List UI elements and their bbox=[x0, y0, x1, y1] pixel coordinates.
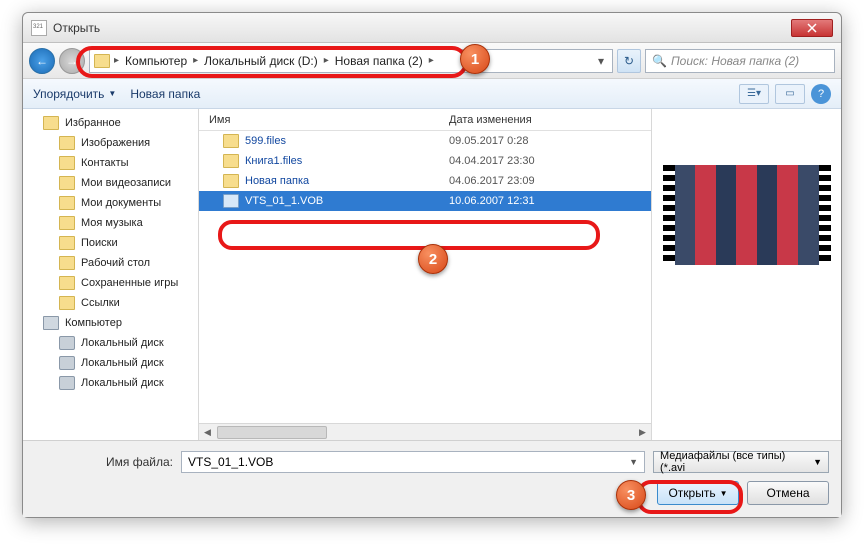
organize-menu[interactable]: Упорядочить ▼ bbox=[33, 87, 116, 101]
chevron-down-icon[interactable]: ▼ bbox=[629, 457, 638, 467]
tree-item[interactable]: Рабочий стол bbox=[23, 253, 198, 273]
chevron-down-icon: ▼ bbox=[720, 489, 728, 498]
tree-item[interactable]: Изображения bbox=[23, 133, 198, 153]
dialog-body: Избранное Изображения Контакты Мои видео… bbox=[23, 109, 841, 440]
close-button[interactable] bbox=[791, 19, 833, 37]
chevron-down-icon: ▼ bbox=[813, 457, 822, 467]
tree-item[interactable]: Мои видеозаписи bbox=[23, 173, 198, 193]
callout-1: 1 bbox=[460, 44, 490, 74]
chevron-right-icon: ▸ bbox=[324, 55, 329, 66]
preview-pane-button[interactable]: ▭ bbox=[775, 84, 805, 104]
nav-tree[interactable]: Избранное Изображения Контакты Мои видео… bbox=[23, 109, 199, 440]
file-row[interactable]: Новая папка 04.06.2017 23:09 bbox=[199, 171, 651, 191]
new-folder-button[interactable]: Новая папка bbox=[130, 87, 200, 101]
scroll-left-icon[interactable]: ◀ bbox=[199, 424, 216, 440]
horizontal-scrollbar[interactable]: ◀ ▶ bbox=[199, 423, 651, 440]
callout-2: 2 bbox=[418, 244, 448, 274]
folder-icon bbox=[59, 176, 75, 190]
folder-icon bbox=[223, 134, 239, 148]
file-rows: 599.files 09.05.2017 0:28 Книга1.files 0… bbox=[199, 131, 651, 423]
close-icon bbox=[807, 23, 817, 33]
help-icon: ? bbox=[818, 88, 824, 100]
tree-item[interactable]: Локальный диск bbox=[23, 353, 198, 373]
tree-item[interactable]: Избранное bbox=[23, 113, 198, 133]
folder-icon bbox=[59, 256, 75, 270]
folder-icon bbox=[59, 216, 75, 230]
disk-icon bbox=[59, 336, 75, 350]
app-icon bbox=[31, 20, 47, 36]
search-icon: 🔍 bbox=[652, 54, 667, 68]
folder-icon bbox=[59, 136, 75, 150]
pane-icon: ▭ bbox=[785, 88, 794, 99]
window-title: Открыть bbox=[53, 21, 791, 35]
disk-icon bbox=[59, 356, 75, 370]
arrow-left-icon: ← bbox=[36, 54, 48, 68]
callout-3: 3 bbox=[616, 480, 646, 510]
scroll-thumb[interactable] bbox=[217, 426, 327, 439]
tree-item[interactable]: Сохраненные игры bbox=[23, 273, 198, 293]
file-list-pane: Имя Дата изменения 599.files 09.05.2017 … bbox=[199, 109, 651, 440]
col-name[interactable]: Имя bbox=[199, 114, 449, 126]
filename-label: Имя файла: bbox=[35, 455, 173, 469]
open-button[interactable]: Открыть ▼ bbox=[657, 481, 739, 505]
toolbar: Упорядочить ▼ Новая папка ☰▾ ▭ ? bbox=[23, 79, 841, 109]
folder-icon bbox=[223, 174, 239, 188]
breadcrumb-seg[interactable]: Компьютер bbox=[123, 54, 189, 68]
breadcrumb-seg[interactable]: Локальный диск (D:) bbox=[202, 54, 320, 68]
refresh-button[interactable]: ↻ bbox=[617, 49, 641, 73]
bottom-panel: Имя файла: VTS_01_1.VOB ▼ Медиафайлы (вс… bbox=[23, 440, 841, 517]
titlebar: Открыть bbox=[23, 13, 841, 43]
disk-icon bbox=[59, 376, 75, 390]
help-button[interactable]: ? bbox=[811, 84, 831, 104]
nav-bar: ← → ▸ Компьютер ▸ Локальный диск (D:) ▸ … bbox=[23, 43, 841, 79]
chevron-right-icon: ▸ bbox=[193, 55, 198, 66]
view-mode-button[interactable]: ☰▾ bbox=[739, 84, 769, 104]
filetype-dropdown[interactable]: Медиафайлы (все типы) (*.avi ▼ bbox=[653, 451, 829, 473]
refresh-icon: ↻ bbox=[624, 54, 634, 68]
tree-item[interactable]: Контакты bbox=[23, 153, 198, 173]
preview-pane bbox=[651, 109, 841, 440]
chevron-right-icon: ▸ bbox=[429, 55, 434, 66]
scroll-right-icon[interactable]: ▶ bbox=[634, 424, 651, 440]
chevron-down-icon: ▼ bbox=[108, 89, 116, 98]
search-placeholder: Поиск: Новая папка (2) bbox=[671, 54, 799, 68]
filename-input[interactable]: VTS_01_1.VOB ▼ bbox=[181, 451, 645, 473]
video-icon bbox=[223, 194, 239, 208]
folder-icon bbox=[59, 236, 75, 250]
file-row[interactable]: VTS_01_1.VOB 10.06.2007 12:31 bbox=[199, 191, 651, 211]
filmstrip-icon bbox=[663, 165, 675, 265]
col-date[interactable]: Дата изменения bbox=[449, 114, 599, 126]
tree-item[interactable]: Ссылки bbox=[23, 293, 198, 313]
breadcrumb[interactable]: ▸ Компьютер ▸ Локальный диск (D:) ▸ Нова… bbox=[89, 49, 613, 73]
folder-icon bbox=[59, 156, 75, 170]
tree-item[interactable]: Поиски bbox=[23, 233, 198, 253]
column-headers[interactable]: Имя Дата изменения bbox=[199, 109, 651, 131]
list-icon: ☰▾ bbox=[747, 88, 761, 99]
arrow-right-icon: → bbox=[66, 54, 78, 68]
folder-icon bbox=[94, 54, 110, 68]
tree-item-computer[interactable]: Компьютер bbox=[23, 313, 198, 333]
chevron-down-icon[interactable]: ▾ bbox=[594, 54, 608, 68]
computer-icon bbox=[43, 316, 59, 330]
favorites-icon bbox=[43, 116, 59, 130]
folder-icon bbox=[59, 296, 75, 310]
tree-item[interactable]: Мои документы bbox=[23, 193, 198, 213]
tree-item[interactable]: Локальный диск bbox=[23, 333, 198, 353]
tree-item[interactable]: Моя музыка bbox=[23, 213, 198, 233]
folder-icon bbox=[59, 276, 75, 290]
filmstrip-icon bbox=[819, 165, 831, 265]
video-thumbnail bbox=[663, 165, 831, 265]
back-button[interactable]: ← bbox=[29, 48, 55, 74]
file-row[interactable]: Книга1.files 04.04.2017 23:30 bbox=[199, 151, 651, 171]
chevron-right-icon: ▸ bbox=[114, 55, 119, 66]
search-input[interactable]: 🔍 Поиск: Новая папка (2) bbox=[645, 49, 835, 73]
file-row[interactable]: 599.files 09.05.2017 0:28 bbox=[199, 131, 651, 151]
forward-button[interactable]: → bbox=[59, 48, 85, 74]
tree-item[interactable]: Локальный диск bbox=[23, 373, 198, 393]
cancel-button[interactable]: Отмена bbox=[747, 481, 829, 505]
folder-icon bbox=[223, 154, 239, 168]
breadcrumb-seg[interactable]: Новая папка (2) bbox=[333, 54, 425, 68]
folder-icon bbox=[59, 196, 75, 210]
